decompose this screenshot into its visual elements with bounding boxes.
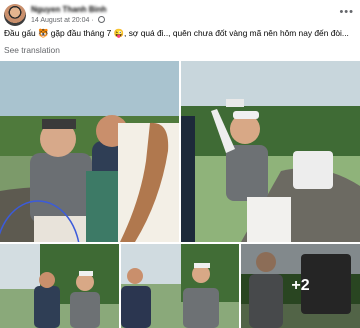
more-options-icon[interactable]: ••• xyxy=(339,6,354,18)
post-timestamp[interactable]: 14 August at 20:04 xyxy=(31,17,89,24)
more-photos-overlay[interactable]: +2 xyxy=(241,244,360,328)
photo-thumb-3[interactable]: +2 xyxy=(241,244,360,328)
globe-icon xyxy=(97,16,105,23)
post-meta: 14 August at 20:04 · xyxy=(31,16,105,24)
author-name[interactable]: Nguyen Thanh Binh xyxy=(31,5,107,14)
more-photos-count: +2 xyxy=(291,277,310,294)
golf-thumb-2-image xyxy=(121,244,239,328)
photo-thumb-2[interactable] xyxy=(121,244,239,328)
author-avatar[interactable] xyxy=(4,4,26,26)
golf-pointing-image xyxy=(181,61,360,242)
photo-main-right[interactable] xyxy=(181,61,360,242)
post-header: Nguyen Thanh Binh 14 August at 20:04 · •… xyxy=(4,4,356,26)
photo-thumb-1[interactable] xyxy=(0,244,119,328)
see-translation-link[interactable]: See translation xyxy=(4,45,60,55)
golf-group-image xyxy=(0,61,179,242)
post-caption: Đầu gấu 🐯 gặp đầu tháng 7 😜, sợ quá đi..… xyxy=(4,28,349,38)
golf-thumb-1-image xyxy=(0,244,119,328)
meta-separator: · xyxy=(91,17,94,24)
photo-main-left[interactable] xyxy=(0,61,179,242)
